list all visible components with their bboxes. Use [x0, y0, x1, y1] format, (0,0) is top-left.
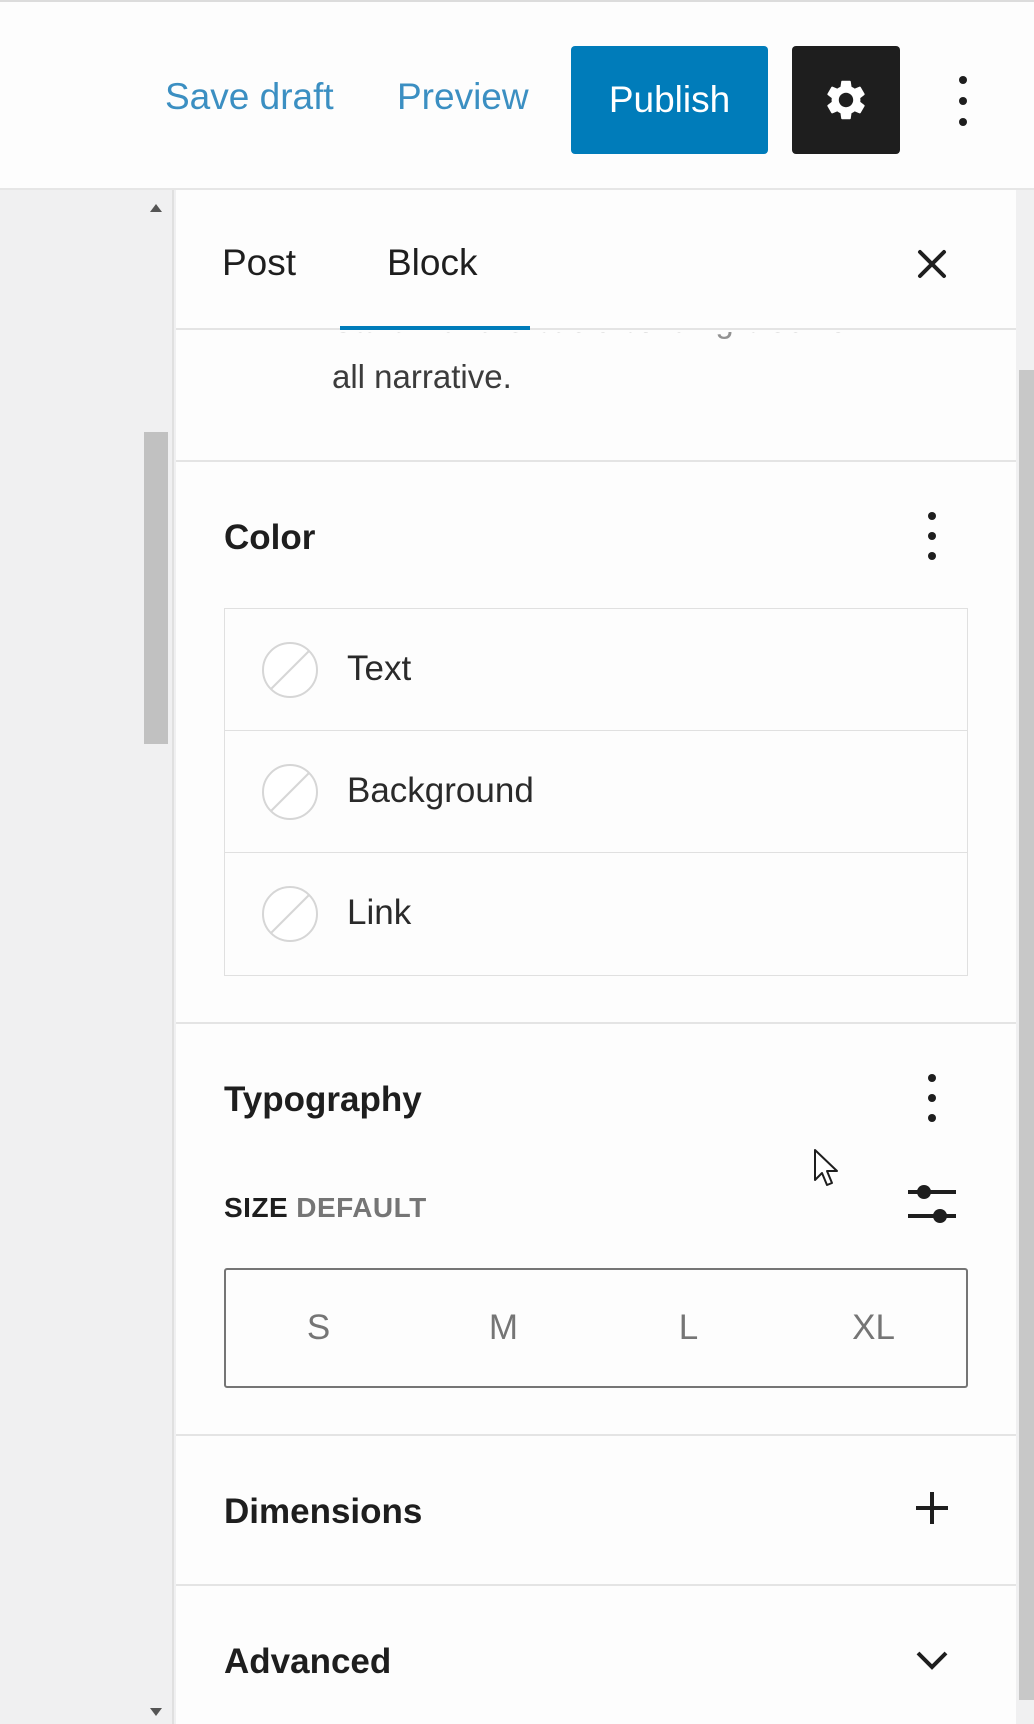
font-size-option-m[interactable]: M	[411, 1270, 596, 1386]
typography-panel-title: Typography	[224, 1080, 422, 1119]
scrollbar-thumb[interactable]	[144, 432, 168, 744]
font-size-heading: SIZE DEFAULT	[224, 1192, 427, 1224]
editor-header: Save draft Preview Publish	[0, 0, 1034, 190]
advanced-panel-title: Advanced	[224, 1642, 392, 1681]
color-item-label: Text	[347, 649, 412, 688]
color-item-label: Background	[347, 771, 534, 810]
tab-post[interactable]: Post	[222, 242, 296, 284]
font-size-label: SIZE	[224, 1192, 289, 1223]
close-icon[interactable]	[914, 246, 950, 282]
font-size-picker: S M L XL	[224, 1268, 968, 1388]
scroll-up-arrow-icon[interactable]	[150, 204, 162, 212]
font-size-option-l[interactable]: L	[596, 1270, 781, 1386]
chevron-down-icon[interactable]	[914, 1648, 950, 1672]
sidebar-tabs: Post Block	[176, 190, 1016, 330]
block-description: all narrative.	[332, 358, 512, 395]
typography-options-button[interactable]	[922, 1074, 942, 1122]
active-tab-indicator	[340, 326, 530, 330]
scroll-down-arrow-icon[interactable]	[150, 1708, 162, 1716]
sidebar-scrollbar[interactable]	[1016, 190, 1034, 1724]
color-list: Text Background Link	[224, 608, 968, 976]
no-color-swatch-icon	[262, 886, 318, 942]
color-item-link[interactable]: Link	[225, 853, 967, 975]
color-panel-title: Color	[224, 518, 316, 557]
dimensions-panel-title: Dimensions	[224, 1492, 423, 1531]
no-color-swatch-icon	[262, 642, 318, 698]
settings-button[interactable]	[792, 46, 900, 154]
publish-button[interactable]: Publish	[571, 46, 768, 154]
color-options-button[interactable]	[922, 512, 942, 560]
tab-block[interactable]: Block	[387, 242, 477, 284]
mouse-pointer-icon	[814, 1149, 838, 1186]
font-size-option-xl[interactable]: XL	[781, 1270, 966, 1386]
canvas-scrollbar[interactable]	[140, 190, 174, 1724]
color-item-background[interactable]: Background	[225, 731, 967, 853]
plus-icon[interactable]	[914, 1490, 950, 1526]
settings-sidebar: Start with the basic building block of a…	[176, 190, 1016, 1724]
color-item-label: Link	[347, 893, 412, 932]
scrollbar-thumb[interactable]	[1019, 370, 1034, 1700]
preview-button[interactable]: Preview	[397, 76, 529, 118]
color-item-text[interactable]: Text	[225, 609, 967, 731]
custom-size-settings-icon[interactable]	[906, 1182, 958, 1226]
no-color-swatch-icon	[262, 764, 318, 820]
gear-icon	[827, 80, 865, 120]
more-options-button[interactable]	[948, 76, 978, 126]
font-size-value: DEFAULT	[296, 1192, 427, 1223]
save-draft-button[interactable]: Save draft	[165, 76, 334, 118]
font-size-option-s[interactable]: S	[226, 1270, 411, 1386]
